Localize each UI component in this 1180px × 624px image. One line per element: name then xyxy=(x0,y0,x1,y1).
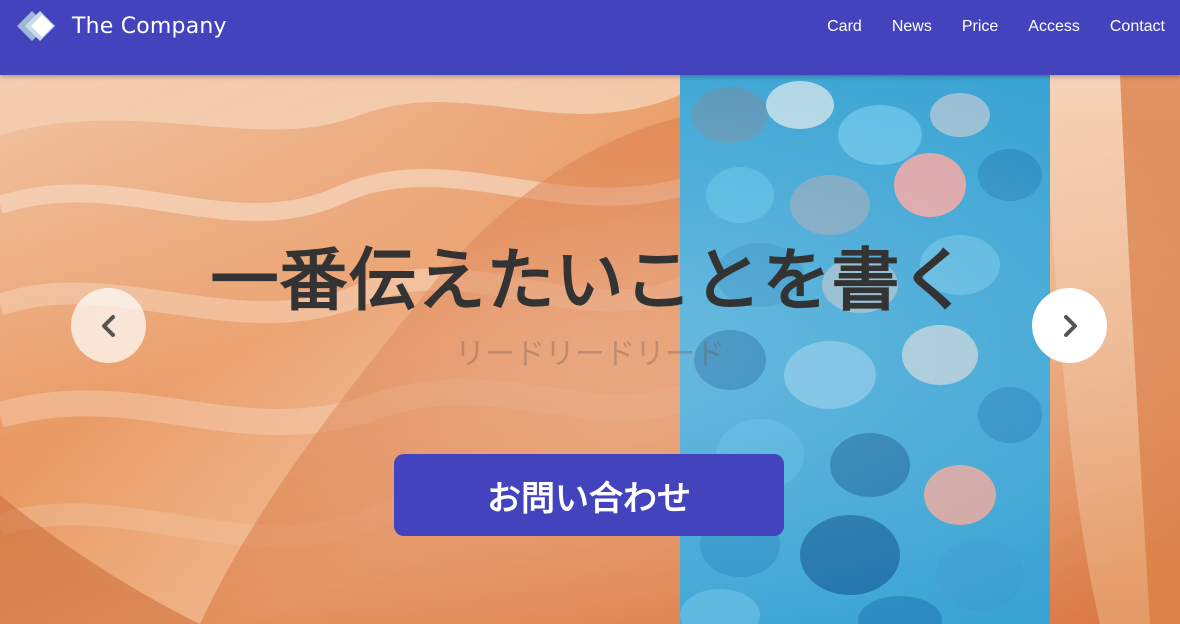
diamond-logo-icon xyxy=(17,11,55,41)
site-header: The Company Card News Price Access Conta… xyxy=(0,0,1180,75)
contact-cta-button[interactable]: お問い合わせ xyxy=(394,454,784,536)
nav-access[interactable]: Access xyxy=(1028,17,1080,37)
carousel-next-button[interactable] xyxy=(1032,288,1107,363)
nav-price[interactable]: Price xyxy=(962,17,998,37)
hero-title: 一番伝えたいことを書く xyxy=(210,242,970,321)
main-nav: Card News Price Access Contact xyxy=(827,17,1165,37)
hero-lead: リードリードリード xyxy=(455,337,725,372)
chevron-left-icon xyxy=(101,314,115,337)
carousel-prev-button[interactable] xyxy=(71,288,146,363)
nav-card[interactable]: Card xyxy=(827,17,862,37)
nav-news[interactable]: News xyxy=(892,17,932,37)
hero-carousel: 一番伝えたいことを書く リードリードリード お問い合わせ xyxy=(0,75,1180,624)
brand-name: The Company xyxy=(72,13,227,39)
chevron-right-icon xyxy=(1063,314,1077,337)
brand-logo[interactable]: The Company xyxy=(14,7,227,45)
nav-contact[interactable]: Contact xyxy=(1110,17,1165,37)
